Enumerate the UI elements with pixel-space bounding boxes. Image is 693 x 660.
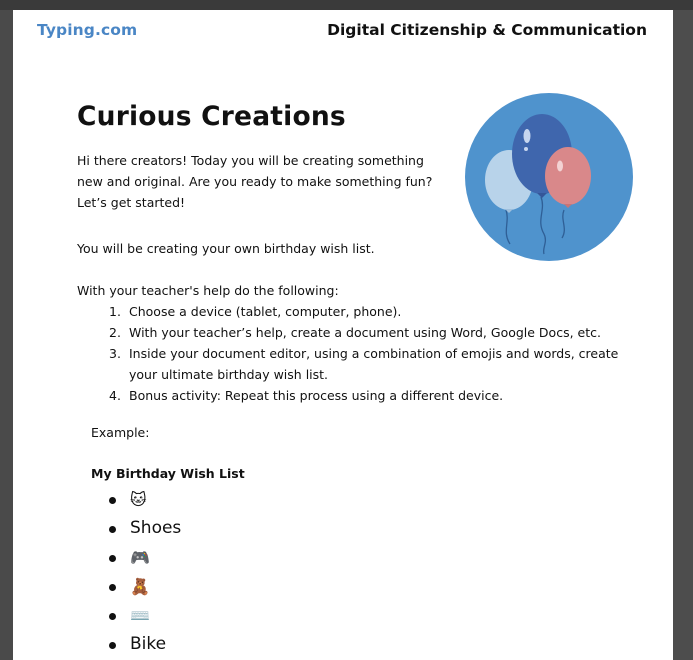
steps-list: 1. Choose a device (tablet, computer, ph… bbox=[109, 301, 619, 406]
steps-intro: With your teacher's help do the followin… bbox=[77, 283, 339, 298]
step-item: 1. Choose a device (tablet, computer, ph… bbox=[109, 301, 619, 322]
example-label: Example: bbox=[91, 425, 150, 440]
wish-list-item-text: Bike bbox=[130, 634, 167, 654]
step-number: 4. bbox=[109, 388, 121, 403]
wish-list-title: My Birthday Wish List bbox=[91, 466, 245, 481]
step-number: 2. bbox=[109, 325, 121, 340]
bullet-icon bbox=[109, 555, 116, 562]
game-controller-emoji-icon: 🎮 bbox=[130, 548, 150, 567]
step-item: 4. Bonus activity: Repeat this process u… bbox=[109, 385, 619, 406]
wish-list-item: 🧸 bbox=[109, 572, 181, 601]
step-text: Inside your document editor, using a com… bbox=[129, 346, 619, 382]
wish-list: 🐱 Shoes 🎮 🧸 ⌨️ Bike bbox=[109, 485, 181, 659]
intro-paragraph: Hi there creators! Today you will be cre… bbox=[77, 153, 433, 210]
viewer-right-gutter bbox=[673, 10, 693, 660]
step-text: Bonus activity: Repeat this process usin… bbox=[129, 388, 504, 403]
document-page: Typing.com Digital Citizenship & Communi… bbox=[13, 10, 673, 660]
teddy-bear-emoji-icon: 🧸 bbox=[130, 577, 150, 596]
step-number: 3. bbox=[109, 346, 121, 361]
step-text: With your teacher’s help, create a docum… bbox=[129, 325, 601, 340]
step-item: 3. Inside your document editor, using a … bbox=[109, 343, 619, 385]
brand-logo: Typing.com bbox=[37, 21, 138, 39]
bullet-icon bbox=[109, 613, 116, 620]
step-item: 2. With your teacher’s help, create a do… bbox=[109, 322, 619, 343]
step-number: 1. bbox=[109, 304, 121, 319]
wish-list-item: Bike bbox=[109, 630, 181, 659]
balloons-illustration-icon bbox=[465, 93, 633, 261]
section-title: Digital Citizenship & Communication bbox=[327, 21, 647, 39]
bullet-icon bbox=[109, 497, 116, 504]
wish-list-item: 🎮 bbox=[109, 543, 181, 572]
wish-list-item: 🐱 bbox=[109, 485, 181, 514]
bullet-icon bbox=[109, 584, 116, 591]
step-text: Choose a device (tablet, computer, phone… bbox=[129, 304, 402, 319]
wish-list-item: ⌨️ bbox=[109, 601, 181, 630]
viewer-top-bar bbox=[0, 0, 693, 10]
wish-list-item-text: Shoes bbox=[130, 518, 182, 538]
cat-emoji-icon: 🐱 bbox=[130, 490, 147, 509]
wish-list-intro: You will be creating your own birthday w… bbox=[77, 241, 375, 256]
bullet-icon bbox=[109, 526, 116, 533]
keyboard-emoji-icon: ⌨️ bbox=[130, 606, 150, 625]
bullet-icon bbox=[109, 642, 116, 649]
page-title: Curious Creations bbox=[77, 101, 346, 132]
wish-list-item: Shoes bbox=[109, 514, 181, 543]
